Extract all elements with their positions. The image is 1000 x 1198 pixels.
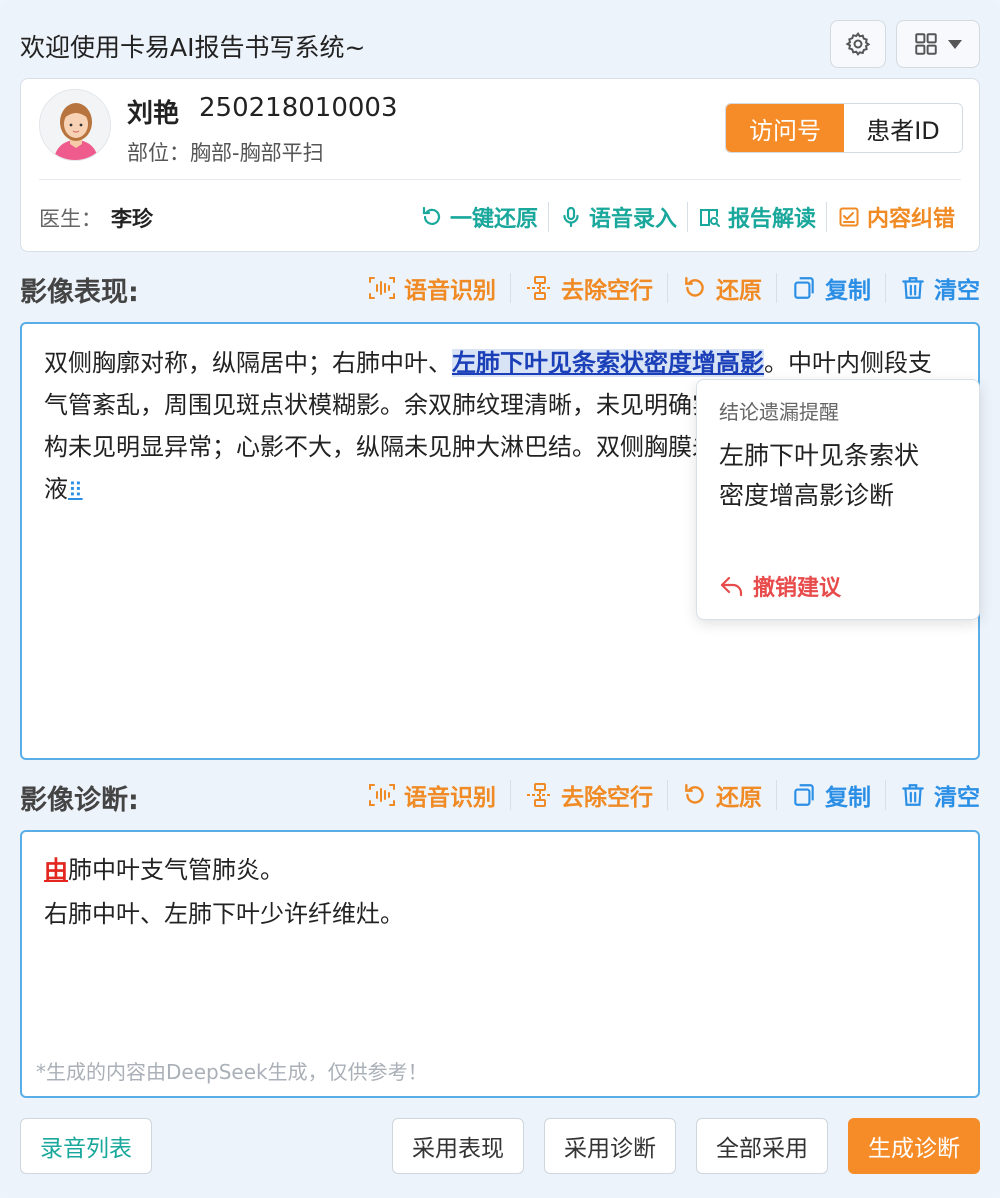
revoke-suggestion-label: 撤销建议 [753, 576, 842, 601]
findings-title: 影像表现: [20, 277, 139, 308]
findings-copy-label: 复制 [825, 278, 871, 304]
diagnosis-line-1: 由肺中叶支气管肺炎。 [44, 848, 404, 892]
gear-icon [845, 32, 871, 56]
patient-card: 刘艳 250218010003 部位：胸部-胸部平扫 访问号 患者ID 医生： … [20, 78, 980, 252]
findings-remove-blank-lines-label: 去除空行 [561, 278, 653, 304]
report-interpretation-label: 报告解读 [727, 207, 816, 232]
patient-name: 刘艳 [127, 99, 180, 129]
content-correction-label: 内容纠错 [866, 207, 955, 232]
app-window: 欢迎使用卡易AI报告书写系统~ 刘艳 250218010003 部位：胸部-胸部… [0, 0, 1000, 1198]
microphone-icon [563, 206, 579, 228]
typo-marker[interactable]: 由 [44, 856, 68, 884]
header: 欢迎使用卡易AI报告书写系统~ [20, 20, 980, 68]
grid-icon [915, 33, 937, 55]
diagnosis-restore-label: 还原 [716, 785, 762, 811]
one-click-restore-label: 一键还原 [449, 207, 538, 232]
document-search-icon [699, 209, 720, 227]
one-click-restore-button[interactable]: 一键还原 [410, 201, 548, 233]
voice-scan-icon [369, 277, 395, 299]
undo-icon [685, 277, 704, 297]
checklist-icon [839, 207, 859, 227]
voice-scan-icon [369, 784, 395, 806]
findings-remove-blank-lines-button[interactable]: 去除空行 [511, 271, 667, 305]
reply-arrow-icon [720, 576, 743, 597]
diagnosis-restore-button[interactable]: 还原 [668, 778, 776, 812]
report-interpretation-button[interactable]: 报告解读 [688, 201, 826, 233]
layout-menu-button[interactable] [896, 20, 980, 68]
diagnosis-editor[interactable]: 由肺中叶支气管肺炎。 右肺中叶、左肺下叶少许纤维灶。 *生成的内容由DeepSe… [20, 830, 980, 1098]
diagnosis-copy-button[interactable]: 复制 [777, 778, 885, 812]
diagnosis-text[interactable]: 由肺中叶支气管肺炎。 右肺中叶、左肺下叶少许纤维灶。 [44, 848, 404, 936]
diagnosis-remove-blank-lines-label: 去除空行 [561, 785, 653, 811]
undo-icon [422, 206, 441, 225]
ai-disclaimer: *生成的内容由DeepSeek生成，仅供参考！ [36, 1060, 428, 1084]
remove-lines-icon [527, 276, 551, 300]
findings-clear-label: 清空 [934, 278, 980, 304]
patient-number: 250218010003 [199, 93, 398, 123]
settings-button[interactable] [830, 20, 886, 68]
doctor-name: 李珍 [111, 207, 153, 231]
adopt-findings-button[interactable]: 采用表现 [392, 1118, 524, 1174]
diagnosis-toolbar: 语音识别 去除空行 还原 复制 清空 [354, 775, 980, 815]
omission-reminder-popup: 结论遗漏提醒 左肺下叶见条索状密度增高影诊断 撤销建议 [696, 379, 980, 620]
recording-list-button[interactable]: 录音列表 [20, 1118, 152, 1174]
findings-restore-label: 还原 [716, 278, 762, 304]
copy-icon [794, 277, 814, 299]
divider [39, 179, 961, 180]
diagnosis-voice-recognition-label: 语音识别 [404, 785, 496, 811]
caret-down-icon [948, 40, 962, 49]
avatar [39, 89, 111, 161]
card-actions: 一键还原 语音录入 报告解读 内容纠错 [410, 197, 965, 237]
doctor-label: 医生： [39, 207, 102, 231]
avatar-icon [40, 90, 110, 160]
diagnosis-clear-button[interactable]: 清空 [886, 778, 980, 812]
exam-part: 部位：胸部-胸部平扫 [127, 141, 324, 165]
findings-clear-button[interactable]: 清空 [886, 271, 980, 305]
diagnosis-copy-label: 复制 [825, 785, 871, 811]
copy-icon [794, 784, 814, 806]
remove-lines-icon [527, 783, 551, 807]
id-type-toggle: 访问号 患者ID [725, 103, 963, 153]
toggle-visit-number[interactable]: 访问号 [726, 104, 844, 152]
adopt-diagnosis-button[interactable]: 采用诊断 [544, 1118, 676, 1174]
diagnosis-line-1-rest: 肺中叶支气管肺炎。 [68, 856, 284, 884]
findings-voice-recognition-button[interactable]: 语音识别 [354, 271, 510, 305]
toggle-patient-id[interactable]: 患者ID [844, 104, 962, 152]
voice-input-button[interactable]: 语音录入 [549, 201, 687, 233]
diagnosis-title: 影像诊断: [20, 785, 139, 816]
drag-handle-icon[interactable]: ⠿ [68, 478, 83, 502]
revoke-suggestion-button[interactable]: 撤销建议 [719, 570, 841, 602]
voice-input-label: 语音录入 [588, 207, 677, 232]
findings-voice-recognition-label: 语音识别 [404, 278, 496, 304]
app-title: 欢迎使用卡易AI报告书写系统~ [20, 33, 366, 62]
diagnosis-remove-blank-lines-button[interactable]: 去除空行 [511, 778, 667, 812]
content-correction-button[interactable]: 内容纠错 [827, 201, 965, 233]
adopt-all-button[interactable]: 全部采用 [696, 1118, 828, 1174]
highlighted-phrase[interactable]: 左肺下叶见条索状密度增高影 [452, 349, 764, 377]
findings-restore-button[interactable]: 还原 [668, 271, 776, 305]
diagnosis-voice-recognition-button[interactable]: 语音识别 [354, 778, 510, 812]
trash-icon [902, 277, 924, 299]
trash-icon [902, 784, 924, 806]
findings-text-before: 双侧胸廓对称，纵隔居中；右肺中叶、 [44, 349, 452, 377]
popup-body: 左肺下叶见条索状密度增高影诊断 [719, 441, 920, 510]
findings-toolbar: 语音识别 去除空行 还原 复制 清空 [354, 268, 980, 308]
popup-title: 结论遗漏提醒 [719, 400, 839, 424]
diagnosis-clear-label: 清空 [934, 785, 980, 811]
findings-copy-button[interactable]: 复制 [777, 271, 885, 305]
diagnosis-line-2: 右肺中叶、左肺下叶少许纤维灶。 [44, 900, 404, 928]
undo-icon [685, 784, 704, 804]
generate-diagnosis-button[interactable]: 生成诊断 [848, 1118, 980, 1174]
